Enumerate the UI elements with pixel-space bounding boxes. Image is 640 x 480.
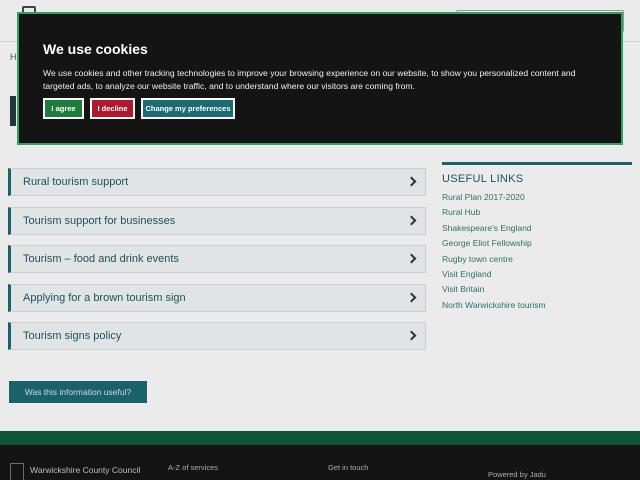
agree-button[interactable]: I agree	[43, 98, 84, 119]
cookie-banner: We use cookies We use cookies and other …	[17, 12, 623, 145]
decline-button[interactable]: I decline	[90, 98, 135, 119]
cookie-banner-title: We use cookies	[43, 41, 148, 57]
change-preferences-button[interactable]: Change my preferences	[141, 98, 235, 119]
cookie-banner-body: We use cookies and other tracking techno…	[43, 68, 576, 91]
